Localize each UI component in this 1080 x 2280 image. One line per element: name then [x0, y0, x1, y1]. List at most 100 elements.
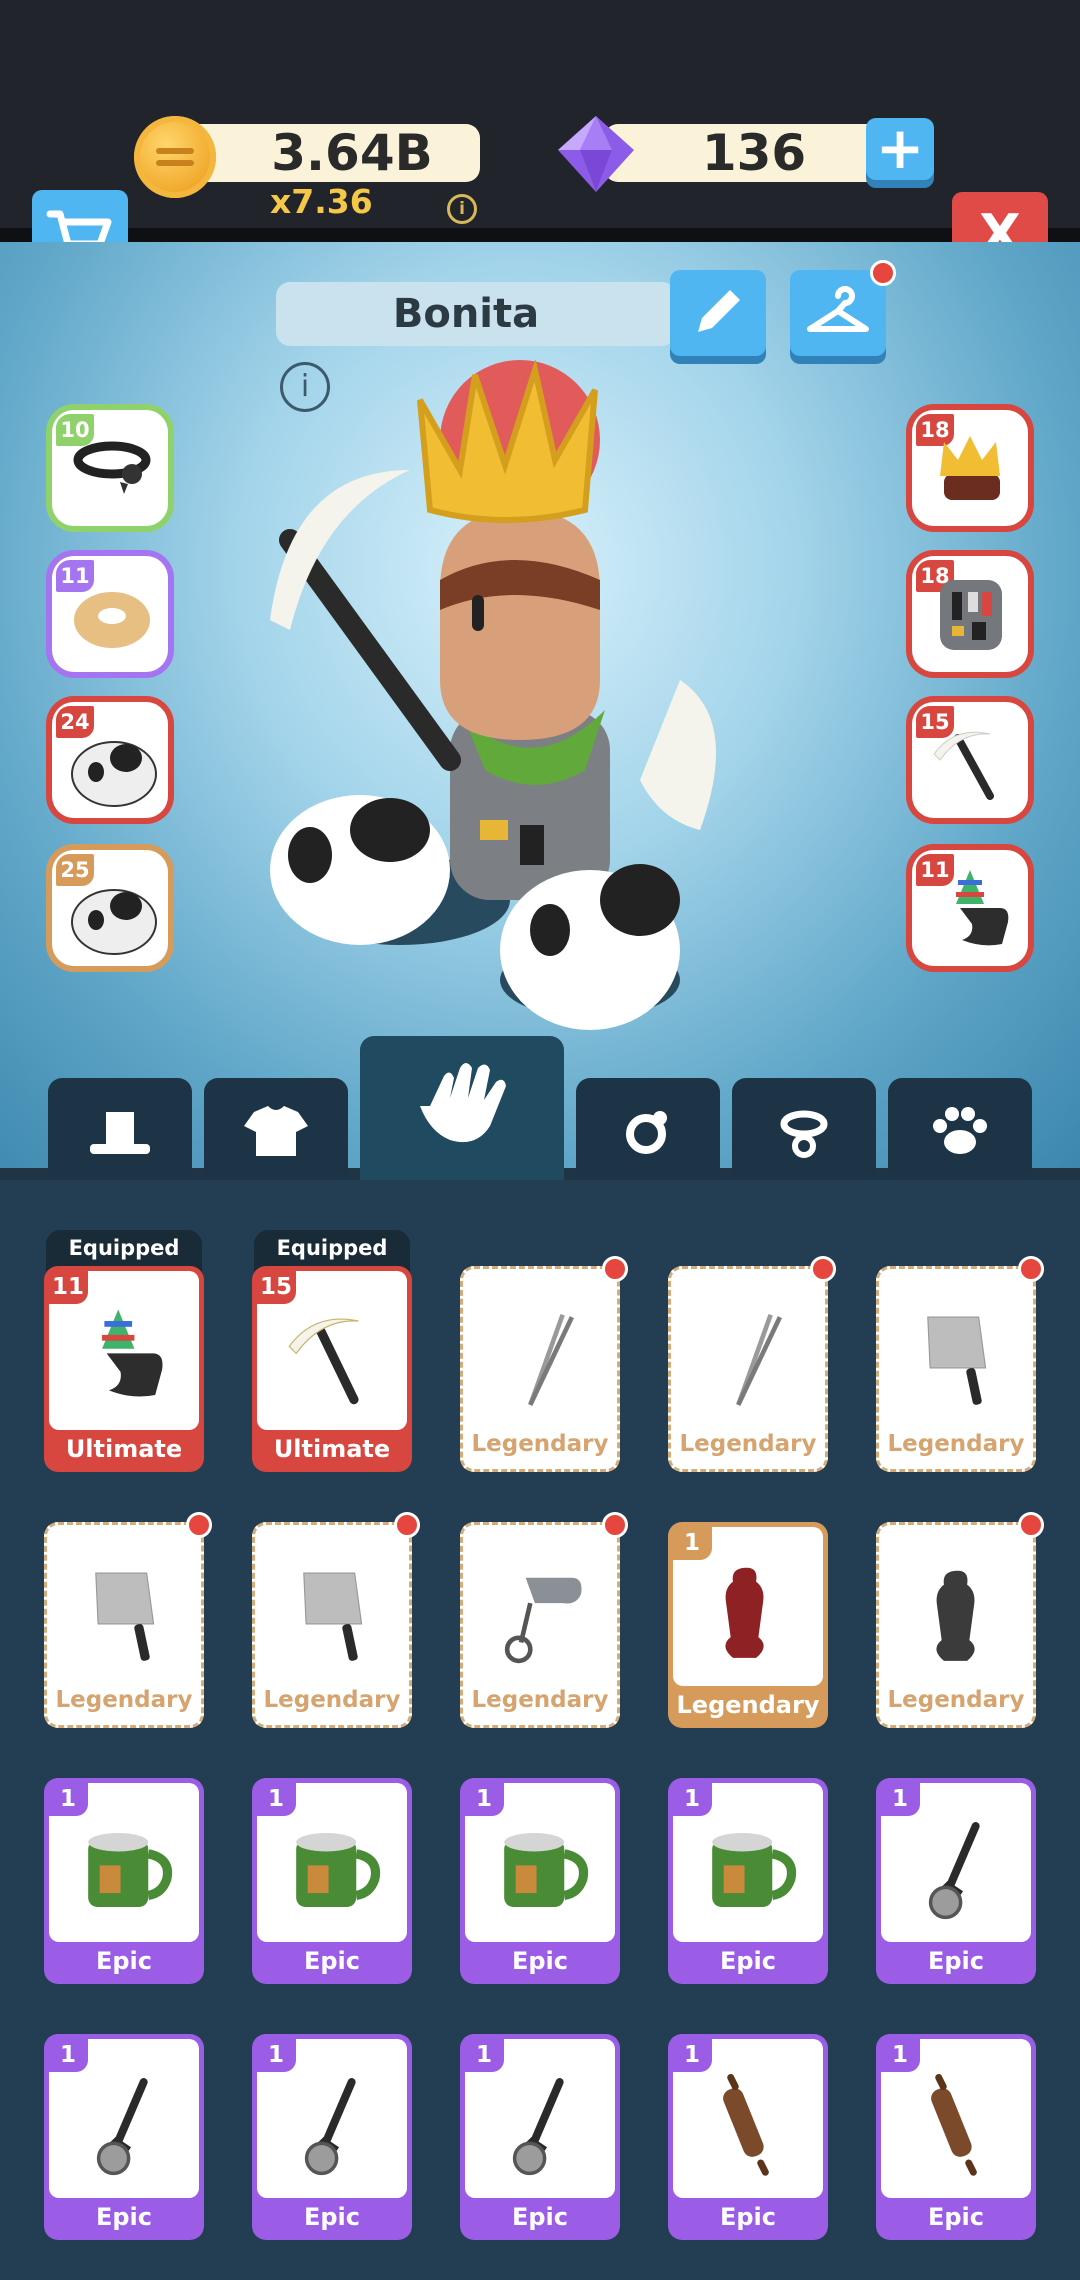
item-level-badge: 15	[256, 1270, 296, 1304]
paw-icon	[933, 1107, 987, 1154]
inventory-card[interactable]: 1 Epic	[44, 2034, 204, 2240]
inventory-card[interactable]: 1 Epic	[460, 2034, 620, 2240]
mug-icon	[504, 1833, 589, 1907]
inventory-card[interactable]: 1 Epic	[252, 2034, 412, 2240]
rename-button[interactable]	[670, 270, 766, 356]
inventory-card[interactable]: 1 Epic	[44, 1778, 204, 1984]
equip-slot-hand[interactable]: 11	[912, 850, 1028, 966]
donut-icon	[74, 592, 150, 648]
item-level-badge: 1	[48, 2038, 88, 2072]
party-hand-icon	[102, 1309, 163, 1397]
pizza-cutter-icon	[512, 2078, 564, 2176]
multiplier-info-icon[interactable]: i	[447, 194, 477, 224]
equip-slot-outfit[interactable]: 18	[912, 556, 1028, 672]
item-rarity-label: Epic	[303, 1947, 361, 1975]
equip-slot-necklace[interactable]: 10	[52, 410, 168, 526]
tab-outfits[interactable]	[204, 1078, 348, 1178]
inventory-card[interactable]: Legendary	[460, 1266, 620, 1472]
new-item-dot	[394, 1512, 420, 1538]
pencil-icon	[698, 290, 740, 332]
inventory-card[interactable]: 1 Epic	[668, 2034, 828, 2240]
panda-icon	[71, 741, 157, 807]
item-rarity-label: Epic	[95, 2203, 153, 2231]
coin-amount: 3.64B	[271, 124, 433, 182]
cleaver-icon	[927, 1316, 987, 1405]
pizza-cutter-icon	[928, 1822, 980, 1920]
shirt-icon	[244, 1106, 308, 1156]
inventory-card[interactable]: Legendary	[460, 1522, 620, 1728]
pepper-mill-icon	[936, 1570, 975, 1661]
inventory-card[interactable]: Legendary	[876, 1266, 1036, 1472]
inventory-card[interactable]: Legendary	[252, 1522, 412, 1728]
new-item-dot	[1018, 1256, 1044, 1282]
item-rarity-label: Epic	[719, 2203, 777, 2231]
tab-hands[interactable]	[360, 1036, 564, 1180]
tab-necklaces[interactable]	[732, 1078, 876, 1178]
tab-rings[interactable]	[576, 1078, 720, 1178]
pepper-mill-red-icon	[725, 1567, 764, 1658]
notification-dot	[870, 260, 896, 286]
coin-counter: 3.64B	[184, 124, 480, 182]
inventory-card[interactable]: 15 Ultimate	[252, 1266, 412, 1472]
party-hand-icon	[956, 870, 1009, 946]
tab-hats[interactable]	[48, 1078, 192, 1178]
item-level-badge: 1	[464, 1782, 504, 1816]
character-figure	[270, 360, 716, 1030]
outfits-button[interactable]	[790, 270, 886, 356]
item-level-badge: 1	[48, 1782, 88, 1816]
mug-icon	[296, 1833, 381, 1907]
pickaxe-icon	[288, 1318, 359, 1405]
equip-slot-hat[interactable]: 18	[912, 410, 1028, 526]
collar-icon	[73, 441, 151, 494]
character-name: Bonita	[392, 291, 540, 337]
item-rarity-label: Legendary	[676, 1691, 820, 1719]
inventory-grid: Equipped 11 Ultimate Equipped 15 Ultimate Lege…	[0, 1180, 1080, 2280]
mug-icon	[712, 1833, 797, 1907]
equip-slot-ring[interactable]: 11	[52, 556, 168, 672]
inventory-card[interactable]: 1 Epic	[252, 1778, 412, 1984]
item-level-badge: 1	[464, 2038, 504, 2072]
item-level-badge: 1	[256, 1782, 296, 1816]
item-rarity-label: Epic	[511, 1947, 569, 1975]
item-rarity-label: Legendary	[263, 1687, 401, 1713]
inventory-card[interactable]: Legendary	[668, 1266, 828, 1472]
inventory-card[interactable]: 1 Epic	[876, 1778, 1036, 1984]
item-level-badge: 1	[880, 1782, 920, 1816]
pizza-cutter-icon	[96, 2078, 148, 2176]
item-rarity-label: Legendary	[55, 1687, 193, 1713]
inventory-card[interactable]: 11 Ultimate	[44, 1266, 204, 1472]
new-item-dot	[602, 1512, 628, 1538]
equip-slot-weapon[interactable]: 15	[912, 702, 1028, 818]
item-rarity-label: Legendary	[679, 1431, 817, 1457]
item-level-badge: 1	[256, 2038, 296, 2072]
new-item-dot	[186, 1512, 212, 1538]
item-rarity-label: Epic	[95, 1947, 153, 1975]
item-rarity-label: Legendary	[887, 1431, 1025, 1457]
panda-icon	[71, 889, 157, 955]
inventory-card[interactable]: Legendary	[44, 1522, 204, 1728]
item-rarity-label: Epic	[511, 2203, 569, 2231]
cleaver-icon	[95, 1572, 155, 1661]
item-rarity-label: Epic	[303, 2203, 361, 2231]
coin-icon	[134, 116, 216, 198]
mixer-icon	[504, 1577, 582, 1664]
inventory-card[interactable]: 1 Epic	[876, 2034, 1036, 2240]
item-level-badge: 1	[672, 1526, 712, 1560]
add-gems-button[interactable]: +	[866, 118, 934, 180]
gem-counter: 136	[604, 124, 894, 182]
item-rarity-label: Legendary	[887, 1687, 1025, 1713]
inventory-card[interactable]: 1 Epic	[460, 1778, 620, 1984]
inventory-card[interactable]: 1 Legendary	[668, 1522, 828, 1728]
inventory-card[interactable]: 1 Epic	[668, 1778, 828, 1984]
tweezers-icon	[736, 1313, 782, 1406]
item-level-badge: 1	[672, 2038, 712, 2072]
equip-slot-pet-1[interactable]: 24	[52, 702, 168, 818]
new-item-dot	[810, 1256, 836, 1282]
robot-outfit-icon	[940, 580, 1002, 650]
ring-icon	[626, 1111, 667, 1154]
character-name-field[interactable]: Bonita	[276, 282, 676, 346]
equip-slot-pet-2[interactable]: 25	[52, 850, 168, 966]
inventory-card[interactable]: Legendary	[876, 1522, 1036, 1728]
tab-pets[interactable]	[888, 1078, 1032, 1178]
item-rarity-label: Ultimate	[273, 1435, 391, 1463]
